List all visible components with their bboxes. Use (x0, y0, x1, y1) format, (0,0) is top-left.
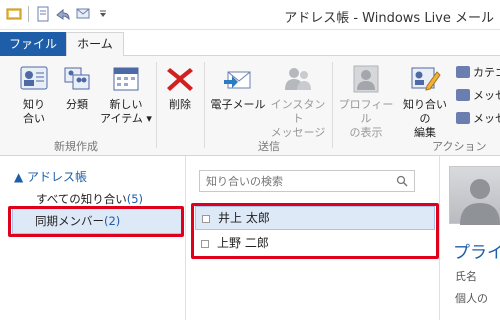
view-profile-button[interactable]: プロフィール の表示 (336, 64, 396, 140)
category-small-label: カテゴ (473, 66, 500, 79)
new-contact-label-2: 合い (23, 112, 45, 125)
new-item-label-1: 新しい (109, 98, 143, 111)
detail-field-personal: 個人の (455, 292, 488, 305)
new-item-button[interactable]: 新しい アイテム ▾ (100, 64, 152, 126)
nav-item-all-contacts-label: すべての知り合い (36, 192, 127, 206)
delete-label: 削除 (169, 98, 191, 111)
group-label-action: アクション (432, 140, 487, 153)
new-document-icon[interactable] (35, 6, 51, 22)
category-small-button[interactable]: カテゴ (456, 64, 500, 80)
detail-title: プライ (453, 243, 500, 263)
tab-home[interactable]: ホーム (66, 32, 124, 57)
tab-file[interactable]: ファイル (0, 32, 66, 56)
message-small-icon (456, 112, 470, 124)
message-small-icon (456, 89, 470, 101)
calendar-icon (110, 64, 142, 94)
quick-access-toolbar (6, 6, 111, 22)
send-email-button[interactable]: 電子メール (210, 64, 266, 112)
edit-contact-label-1: 知り合いの (403, 98, 447, 125)
new-item-label-2: アイテム ▾ (100, 112, 152, 125)
profile-label-1: プロフィール (338, 98, 394, 125)
group-label-new: 新規作成 (54, 140, 98, 153)
new-category-button[interactable]: 分類 (58, 64, 96, 112)
ribbon-separator (332, 62, 333, 148)
nav-item-all-contacts[interactable]: すべての知り合い(5) (36, 191, 143, 207)
qat-dropdown-icon[interactable] (95, 6, 111, 22)
window-title: アドレス帳 - Windows Live メール (284, 11, 494, 26)
profile-icon (350, 64, 382, 94)
category-small-icon (456, 66, 470, 78)
title-bar: アドレス帳 - Windows Live メール (0, 0, 500, 30)
address-book-nav: ▲ アドレス帳 すべての知り合い(5) 同期メンバー(2) (0, 156, 186, 320)
nav-header-address-book[interactable]: ▲ アドレス帳 (14, 168, 87, 185)
group-label-send: 送信 (258, 140, 280, 153)
messenger-icon (282, 64, 314, 94)
contact-detail-pane: プライ 氏名 個人の (441, 156, 500, 320)
email-icon (222, 64, 254, 94)
delete-x-icon (164, 64, 196, 94)
reply-icon[interactable] (55, 6, 71, 22)
new-contact-button[interactable]: 知り 合い (14, 64, 54, 126)
ribbon-separator (204, 62, 205, 148)
highlight-box-sync-members (8, 206, 184, 237)
edit-contact-button[interactable]: 知り合いの 編集 (398, 64, 452, 140)
nav-item-all-contacts-count: (5) (126, 192, 144, 206)
ribbon-tab-row: ファイル ホーム (0, 30, 500, 57)
im-label-1: インスタント (270, 98, 326, 125)
ribbon: 知り 合い 分類 新しい アイテム ▾ 新規作成 削除 電子メール インスタント… (0, 56, 500, 156)
new-contact-label-1: 知り (23, 98, 45, 111)
app-icon[interactable] (6, 6, 22, 22)
category-icon (61, 64, 93, 94)
qat-separator (28, 6, 29, 22)
detail-field-name: 氏名 (455, 270, 477, 283)
delete-button[interactable]: 削除 (160, 64, 200, 112)
ribbon-separator (156, 62, 157, 148)
highlight-box-contacts (191, 203, 439, 259)
message-small-button-1[interactable]: メッセ (456, 87, 500, 103)
contact-search (199, 170, 415, 192)
category-label: 分類 (66, 98, 88, 111)
message-small-label-2: メッセ (473, 112, 500, 125)
message-small-button-2[interactable]: メッセ (456, 110, 500, 126)
profile-label-2: の表示 (349, 126, 383, 139)
send-receive-icon[interactable] (75, 6, 91, 22)
contact-card-icon (18, 64, 50, 94)
edit-contact-icon (409, 64, 441, 94)
message-small-label-1: メッセ (473, 89, 500, 102)
contact-list-pane: 井上 太郎 上野 二郎 (187, 156, 440, 320)
send-email-label: 電子メール (210, 98, 266, 111)
search-icon[interactable] (396, 175, 408, 187)
instant-message-button[interactable]: インスタント メッセージ (268, 64, 328, 140)
contact-search-input[interactable] (200, 171, 390, 191)
avatar (449, 166, 500, 225)
